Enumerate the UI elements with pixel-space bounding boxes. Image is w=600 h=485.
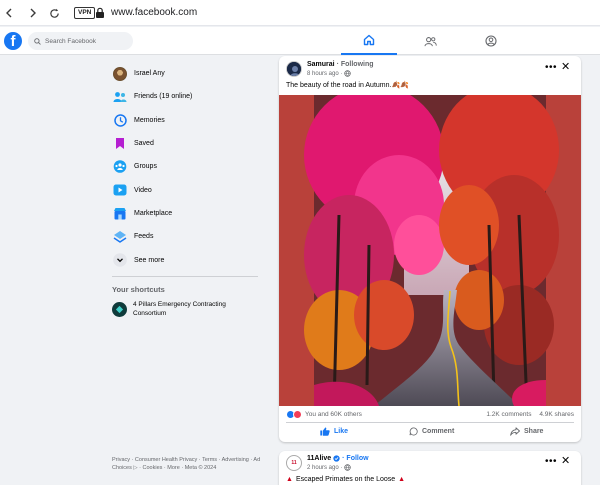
url-field[interactable]: www.facebook.com — [111, 7, 197, 18]
tab-profile[interactable] — [463, 27, 519, 55]
back-arrow-icon[interactable] — [2, 6, 16, 20]
sidebar-item-label: Groups — [134, 163, 157, 171]
post-card: Samurai · Following 8 hours ago · ••• ✕ … — [279, 56, 581, 442]
search-icon — [34, 37, 41, 45]
sidebar-item-marketplace[interactable]: Marketplace — [110, 202, 260, 225]
facebook-header: f — [0, 27, 600, 55]
left-sidebar: Israel Any Friends (19 online) Memories … — [110, 62, 260, 318]
share-icon — [510, 427, 520, 436]
sidebar-item-label: Israel Any — [134, 70, 165, 78]
comment-icon — [409, 427, 418, 436]
tab-groups[interactable] — [402, 27, 458, 55]
post-time-text: 8 hours ago · — [307, 70, 343, 77]
video-icon — [113, 183, 127, 197]
groups-icon — [113, 160, 127, 174]
groups-icon — [423, 36, 437, 46]
post-image[interactable] — [279, 85, 581, 407]
sidebar-item-label: Friends (19 online) — [134, 93, 193, 101]
shortcut-label: 4 Pillars Emergency Contracting Consorti… — [133, 300, 226, 317]
search-input[interactable] — [45, 37, 125, 45]
home-icon — [363, 34, 375, 46]
close-icon[interactable]: ✕ — [561, 60, 570, 73]
shortcuts-title: Your shortcuts — [112, 284, 165, 294]
sidebar-item-friends[interactable]: Friends (19 online) — [110, 85, 260, 108]
close-icon[interactable]: ✕ — [561, 454, 570, 467]
reactions-summary[interactable]: You and 60K others — [286, 410, 362, 419]
browser-toolbar: VPN www.facebook.com — [0, 0, 600, 26]
shares-count[interactable]: 4.9K shares — [539, 411, 574, 418]
siren-icon: ▲ — [286, 476, 293, 483]
sidebar-item-label: Video — [134, 186, 152, 194]
post-time: 2 hours ago · — [307, 464, 352, 471]
share-button[interactable]: Share — [510, 427, 543, 436]
post-author-avatar[interactable] — [286, 61, 302, 77]
see-more-button[interactable]: See more — [110, 248, 260, 271]
vpn-badge[interactable]: VPN — [74, 7, 96, 19]
comment-label: Comment — [422, 428, 455, 435]
post-author-avatar[interactable]: 11 — [286, 455, 302, 471]
reactions-text: You and 60K others — [305, 411, 362, 418]
shortcut-item[interactable]: 4 Pillars Emergency Contracting Consorti… — [110, 300, 260, 318]
share-label: Share — [524, 428, 544, 435]
sidebar-divider — [112, 275, 258, 277]
avatar — [113, 66, 127, 81]
comments-count[interactable]: 1.2K comments — [486, 411, 531, 418]
comment-button[interactable]: Comment — [409, 427, 454, 436]
sidebar-item-label: Marketplace — [134, 209, 173, 217]
post-author[interactable]: 11Alive · Follow — [307, 455, 369, 462]
search-box[interactable] — [28, 32, 133, 50]
feeds-icon — [113, 230, 127, 244]
footer-links[interactable]: Privacy · Consumer Health Privacy · Term… — [112, 457, 267, 472]
thumbs-up-icon — [320, 427, 330, 436]
memories-icon — [113, 113, 127, 127]
action-divider — [286, 422, 574, 423]
profile-icon — [485, 35, 497, 47]
post-text-content: Escaped Primates on the Loose — [295, 476, 396, 483]
marketplace-icon — [113, 206, 127, 220]
post-time-text: 2 hours ago · — [307, 464, 343, 471]
verified-badge-icon — [333, 455, 340, 462]
love-reaction-icon — [293, 410, 302, 419]
reload-icon[interactable] — [47, 6, 61, 20]
sidebar-item-memories[interactable]: Memories — [110, 109, 260, 132]
post-card: 11 11Alive · Follow 2 hours ago · ••• ✕ … — [279, 451, 581, 485]
like-button[interactable]: Like — [320, 427, 348, 436]
friends-icon — [113, 90, 127, 104]
sidebar-item-label: Feeds — [134, 233, 154, 241]
post-author[interactable]: Samurai · Following — [307, 61, 374, 68]
siren-icon: ▲ — [398, 476, 406, 483]
post-author-name[interactable]: Samurai — [307, 61, 335, 68]
globe-icon — [344, 464, 352, 471]
sidebar-item-saved[interactable]: Saved — [110, 132, 260, 155]
follow-button[interactable]: · Follow — [342, 455, 368, 462]
globe-icon — [344, 70, 352, 77]
sidebar-item-feeds[interactable]: Feeds — [110, 225, 260, 248]
forward-arrow-icon[interactable] — [26, 6, 40, 20]
sidebar-item-label: See more — [134, 256, 165, 264]
sidebar-item-video[interactable]: Video — [110, 178, 260, 201]
following-label[interactable]: · Following — [337, 61, 374, 68]
sidebar-item-profile[interactable]: Israel Any — [110, 62, 260, 85]
saved-icon — [113, 137, 127, 151]
facebook-logo[interactable]: f — [4, 32, 22, 50]
more-options-icon[interactable]: ••• — [545, 62, 557, 73]
tab-home[interactable] — [341, 27, 397, 55]
post-counts: 1.2K comments 4.9K shares — [480, 411, 574, 418]
lock-icon — [95, 7, 105, 19]
post-author-name[interactable]: 11Alive — [307, 455, 331, 462]
like-label: Like — [334, 428, 349, 435]
post-time: 8 hours ago · — [307, 70, 352, 77]
autumn-road-photo — [279, 85, 581, 407]
sidebar-item-groups[interactable]: Groups — [110, 155, 260, 178]
sidebar-item-label: Memories — [134, 116, 165, 124]
shortcut-avatar — [112, 301, 127, 317]
post-text: The beauty of the road in Autumn.🍂🍂 — [286, 82, 409, 89]
post-text: ▲ Escaped Primates on the Loose ▲ — [286, 476, 405, 483]
chevron-down-icon — [113, 253, 127, 267]
sidebar-item-label: Saved — [134, 140, 154, 148]
more-options-icon[interactable]: ••• — [545, 456, 557, 467]
